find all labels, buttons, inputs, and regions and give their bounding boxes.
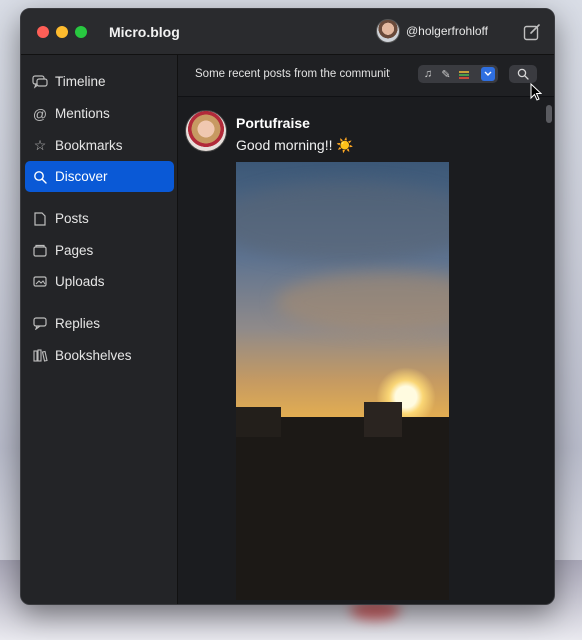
post-photo[interactable] — [236, 162, 449, 600]
star-icon: ☆ — [33, 137, 47, 153]
account-switcher[interactable]: @holgerfrohloff — [375, 19, 488, 43]
discover-description: Some recent posts from the community — [195, 68, 390, 80]
topic-filter-control[interactable]: ♫ ✎ — [418, 65, 498, 83]
sidebar-item-label: Timeline — [55, 74, 106, 89]
speech-bubbles-icon — [31, 74, 49, 90]
sidebar-item-uploads[interactable]: Uploads — [25, 266, 174, 297]
photo-icon — [31, 274, 49, 290]
sidebar-item-label: Replies — [55, 316, 101, 331]
app-title: Micro.blog — [109, 23, 180, 40]
sidebar-item-bookmarks[interactable]: ☆ Bookmarks — [25, 130, 174, 161]
sidebar-item-mentions[interactable]: @ Mentions — [25, 98, 174, 129]
zoom-window-button[interactable] — [75, 25, 87, 38]
photo-cloud — [236, 182, 449, 262]
post-author-avatar[interactable] — [185, 110, 227, 152]
document-icon — [31, 211, 49, 227]
sidebar-item-label: Posts — [55, 211, 89, 226]
sidebar-item-label: Mentions — [55, 106, 110, 121]
sidebar-item-label: Bookshelves — [55, 348, 132, 363]
title-bar: Micro.blog @holgerfrohloff — [21, 9, 554, 55]
sidebar-item-label: Pages — [55, 243, 94, 258]
folder-icon — [31, 243, 49, 259]
search-icon — [31, 169, 49, 185]
discover-pane: Some recent posts from the community ♫ ✎… — [178, 55, 554, 604]
compose-icon[interactable] — [522, 22, 542, 42]
sidebar-item-posts[interactable]: Posts — [25, 203, 174, 234]
photo-building — [364, 402, 402, 437]
app-window: Micro.blog @holgerfrohloff Timeline @ Me… — [20, 8, 555, 605]
scrollbar[interactable] — [546, 105, 552, 123]
username-label: @holgerfrohloff — [405, 24, 488, 38]
sidebar-item-label: Uploads — [55, 274, 105, 289]
chevron-down-icon[interactable] — [481, 67, 495, 81]
photo-building — [236, 407, 281, 437]
user-avatar — [375, 19, 400, 43]
sidebar: Timeline @ Mentions ☆ Bookmarks Discover… — [21, 55, 178, 604]
post-author-name[interactable]: Portufraise — [236, 115, 310, 131]
search-button[interactable] — [509, 65, 537, 83]
books-icon[interactable] — [456, 66, 472, 82]
photo-cityscape — [236, 417, 449, 600]
mouse-cursor-icon — [530, 83, 542, 101]
speech-bubble-icon — [31, 316, 49, 332]
pencil-icon[interactable]: ✎ — [438, 66, 454, 82]
window-controls — [37, 25, 87, 38]
at-sign-icon: @ — [32, 105, 48, 122]
sidebar-item-label: Bookmarks — [55, 138, 123, 153]
minimize-window-button[interactable] — [56, 25, 68, 38]
sidebar-item-timeline[interactable]: Timeline — [25, 66, 174, 97]
sidebar-item-replies[interactable]: Replies — [25, 308, 174, 339]
sidebar-item-pages[interactable]: Pages — [25, 235, 174, 266]
books-icon — [31, 348, 49, 364]
photo-cloud — [276, 272, 449, 332]
music-note-icon[interactable]: ♫ — [420, 66, 436, 82]
sidebar-item-discover[interactable]: Discover — [25, 161, 174, 192]
post-text: Good morning!! ☀️ — [236, 137, 354, 153]
search-icon — [517, 68, 529, 80]
sidebar-item-bookshelves[interactable]: Bookshelves — [25, 340, 174, 371]
discover-toolbar: Some recent posts from the community ♫ ✎ — [178, 55, 554, 101]
close-window-button[interactable] — [37, 25, 49, 38]
sidebar-item-label: Discover — [55, 169, 108, 184]
